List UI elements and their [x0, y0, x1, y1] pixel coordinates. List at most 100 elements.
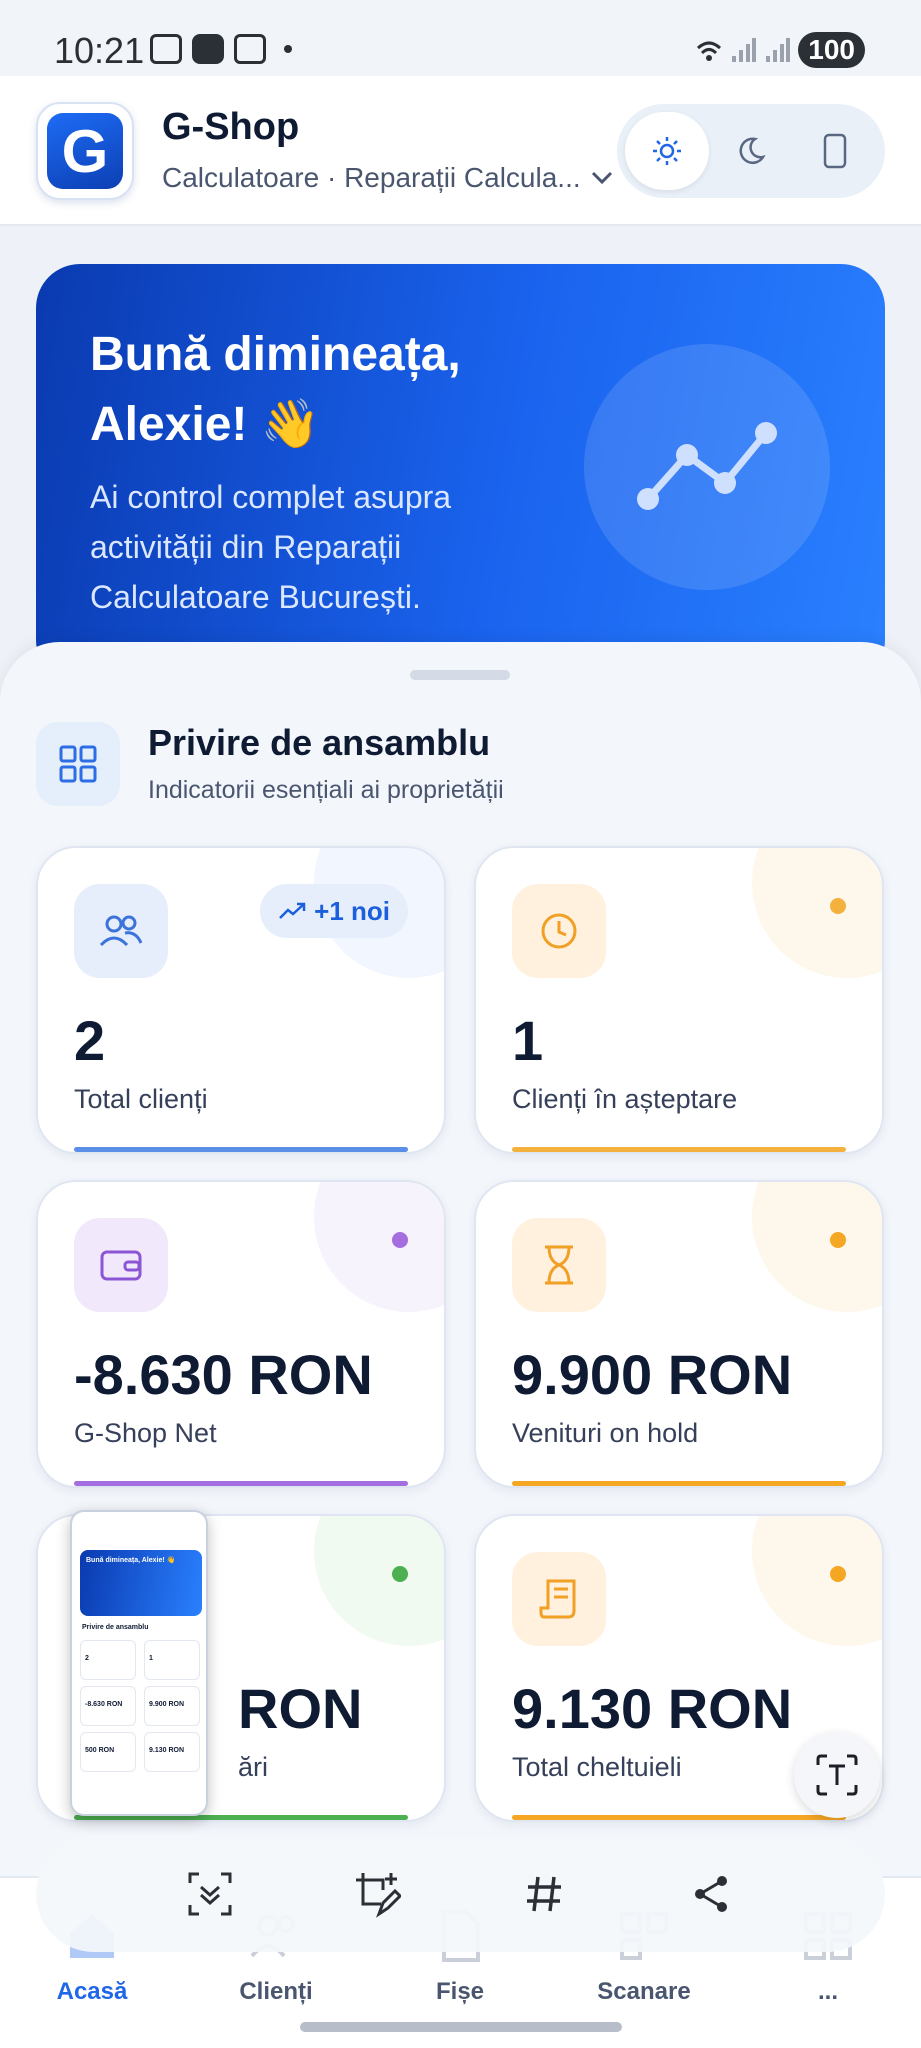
welcome-banner: Bună dimineața, Alexie! 👋 Ai control com…	[36, 264, 885, 684]
youtube-icon	[192, 34, 224, 64]
card-accent-bar	[512, 1481, 846, 1486]
status-dot	[392, 1566, 408, 1582]
app-header: G G-Shop Calculatoare · Reparații Calcul…	[0, 76, 921, 226]
thumbnail-card: 2	[80, 1640, 136, 1680]
trend-up-icon	[279, 902, 306, 919]
device-icon	[234, 34, 266, 64]
card-decoration	[752, 1182, 882, 1312]
card-decoration	[314, 1516, 444, 1646]
stat-card-net[interactable]: -8.630 RON G-Shop Net	[36, 1180, 446, 1488]
new-clients-badge: +1 noi	[260, 884, 408, 938]
stat-label: ări	[238, 1752, 269, 1782]
text-select-icon	[816, 1754, 858, 1796]
app-logo[interactable]: G	[36, 102, 134, 200]
thumbnail-card: 9.130 RON	[144, 1732, 200, 1772]
nav-files[interactable]: Fișe	[368, 1978, 552, 2006]
chevron-down-icon	[591, 171, 612, 185]
sun-icon	[653, 137, 681, 165]
screenshot-icon	[150, 34, 182, 64]
dark-theme-button[interactable]	[709, 112, 793, 190]
card-decoration	[752, 848, 882, 978]
greeting-text: Ai control complet asupra activității di…	[90, 479, 452, 615]
thumbnail-card: 500 RON	[80, 1732, 136, 1772]
signal-icon	[732, 38, 757, 62]
card-accent-bar	[512, 1147, 846, 1152]
notification-icons	[150, 34, 292, 64]
card-accent-bar	[512, 1815, 846, 1820]
more-notifications-icon	[284, 45, 292, 53]
location-label: Calculatoare · Reparații Calcula...	[162, 162, 581, 193]
stat-label: Total clienți	[74, 1084, 208, 1114]
share-button[interactable]	[681, 1864, 741, 1924]
stat-value: -8.630 RON	[74, 1343, 373, 1406]
stat-card-waiting-clients[interactable]: 1 Clienți în așteptare	[474, 846, 884, 1154]
signal-icon-2	[766, 38, 791, 62]
status-bar: 10:21 100	[0, 0, 921, 76]
scroll-capture-button[interactable]	[180, 1864, 240, 1924]
app-title: G-Shop	[162, 106, 300, 148]
sheet-handle[interactable]	[410, 670, 510, 680]
status-dot	[392, 1232, 408, 1248]
battery-indicator: 100	[798, 32, 865, 68]
stat-label: Clienți în așteptare	[512, 1084, 738, 1114]
crop-edit-icon	[355, 1873, 401, 1918]
card-accent-bar	[74, 1481, 408, 1486]
nav-clients[interactable]: Clienți	[184, 1978, 368, 2006]
hashtag-button[interactable]	[514, 1864, 574, 1924]
wifi-icon	[697, 41, 722, 61]
card-accent-bar	[74, 1147, 408, 1152]
screenshot-thumbnail[interactable]: Bună dimineața, Alexie! 👋 Privire de ans…	[70, 1510, 208, 1816]
status-dot	[830, 1232, 846, 1248]
extract-text-button[interactable]	[794, 1732, 880, 1818]
moon-icon	[739, 137, 766, 164]
hashtag-icon	[527, 1876, 562, 1912]
section-title: Privire de ansamblu	[148, 722, 491, 763]
thumbnail-card: 1	[144, 1640, 200, 1680]
thumbnail-card: 9.900 RON	[144, 1686, 200, 1726]
grid-icon	[36, 722, 120, 806]
badge-text: +1 noi	[314, 895, 390, 926]
light-theme-button[interactable]	[625, 112, 709, 190]
stat-value: 9.130 RON	[512, 1677, 793, 1740]
phone-icon	[823, 133, 847, 169]
nav-home[interactable]: Acasă	[0, 1978, 184, 2006]
nav-more[interactable]: ...	[736, 1978, 920, 2006]
location-selector[interactable]: Calculatoare · Reparații Calcula...	[162, 162, 613, 194]
grid-glyph	[59, 745, 97, 783]
stat-card-revenue-on-hold[interactable]: 9.900 RON Venituri on hold	[474, 1180, 884, 1488]
stat-value: 9.900 RON	[512, 1343, 793, 1406]
stat-value: 2	[74, 1009, 106, 1072]
status-dot	[830, 898, 846, 914]
hourglass-icon	[512, 1218, 606, 1312]
receipt-icon	[512, 1552, 606, 1646]
thumbnail-card: -8.630 RON	[80, 1686, 136, 1726]
system-theme-button[interactable]	[793, 112, 877, 190]
trend-chart-icon	[637, 422, 777, 510]
home-gesture-bar[interactable]	[300, 2022, 622, 2032]
stat-value: RON	[238, 1677, 363, 1740]
stat-value: 1	[512, 1009, 544, 1072]
users-icon	[74, 884, 168, 978]
theme-toggle	[617, 104, 885, 198]
card-decoration	[752, 1516, 882, 1646]
stat-label: G-Shop Net	[74, 1418, 217, 1448]
share-icon	[695, 1876, 728, 1912]
edit-screenshot-button[interactable]	[347, 1864, 407, 1924]
nav-scan[interactable]: Scanare	[552, 1978, 736, 2006]
thumbnail-section: Privire de ansamblu	[82, 1624, 149, 1631]
clock-icon	[512, 884, 606, 978]
trend-icon-circle	[584, 344, 830, 590]
stat-label: Total cheltuieli	[512, 1752, 682, 1782]
screenshot-toolbar	[36, 1836, 885, 1952]
section-subtitle: Indicatorii esențiali ai proprietății	[148, 776, 504, 804]
stat-label: Venituri on hold	[512, 1418, 699, 1448]
scroll-capture-icon	[188, 1872, 232, 1916]
card-decoration	[314, 1182, 444, 1312]
status-dot	[830, 1566, 846, 1582]
stat-card-total-clients[interactable]: +1 noi 2 Total clienți	[36, 846, 446, 1154]
wallet-icon	[74, 1218, 168, 1312]
status-time: 10:21	[54, 30, 145, 71]
shopping-bag-icon: G	[47, 113, 123, 189]
thumbnail-greeting: Bună dimineața, Alexie! 👋	[86, 1557, 176, 1564]
thumbnail-banner: Bună dimineața, Alexie! 👋	[80, 1550, 202, 1616]
